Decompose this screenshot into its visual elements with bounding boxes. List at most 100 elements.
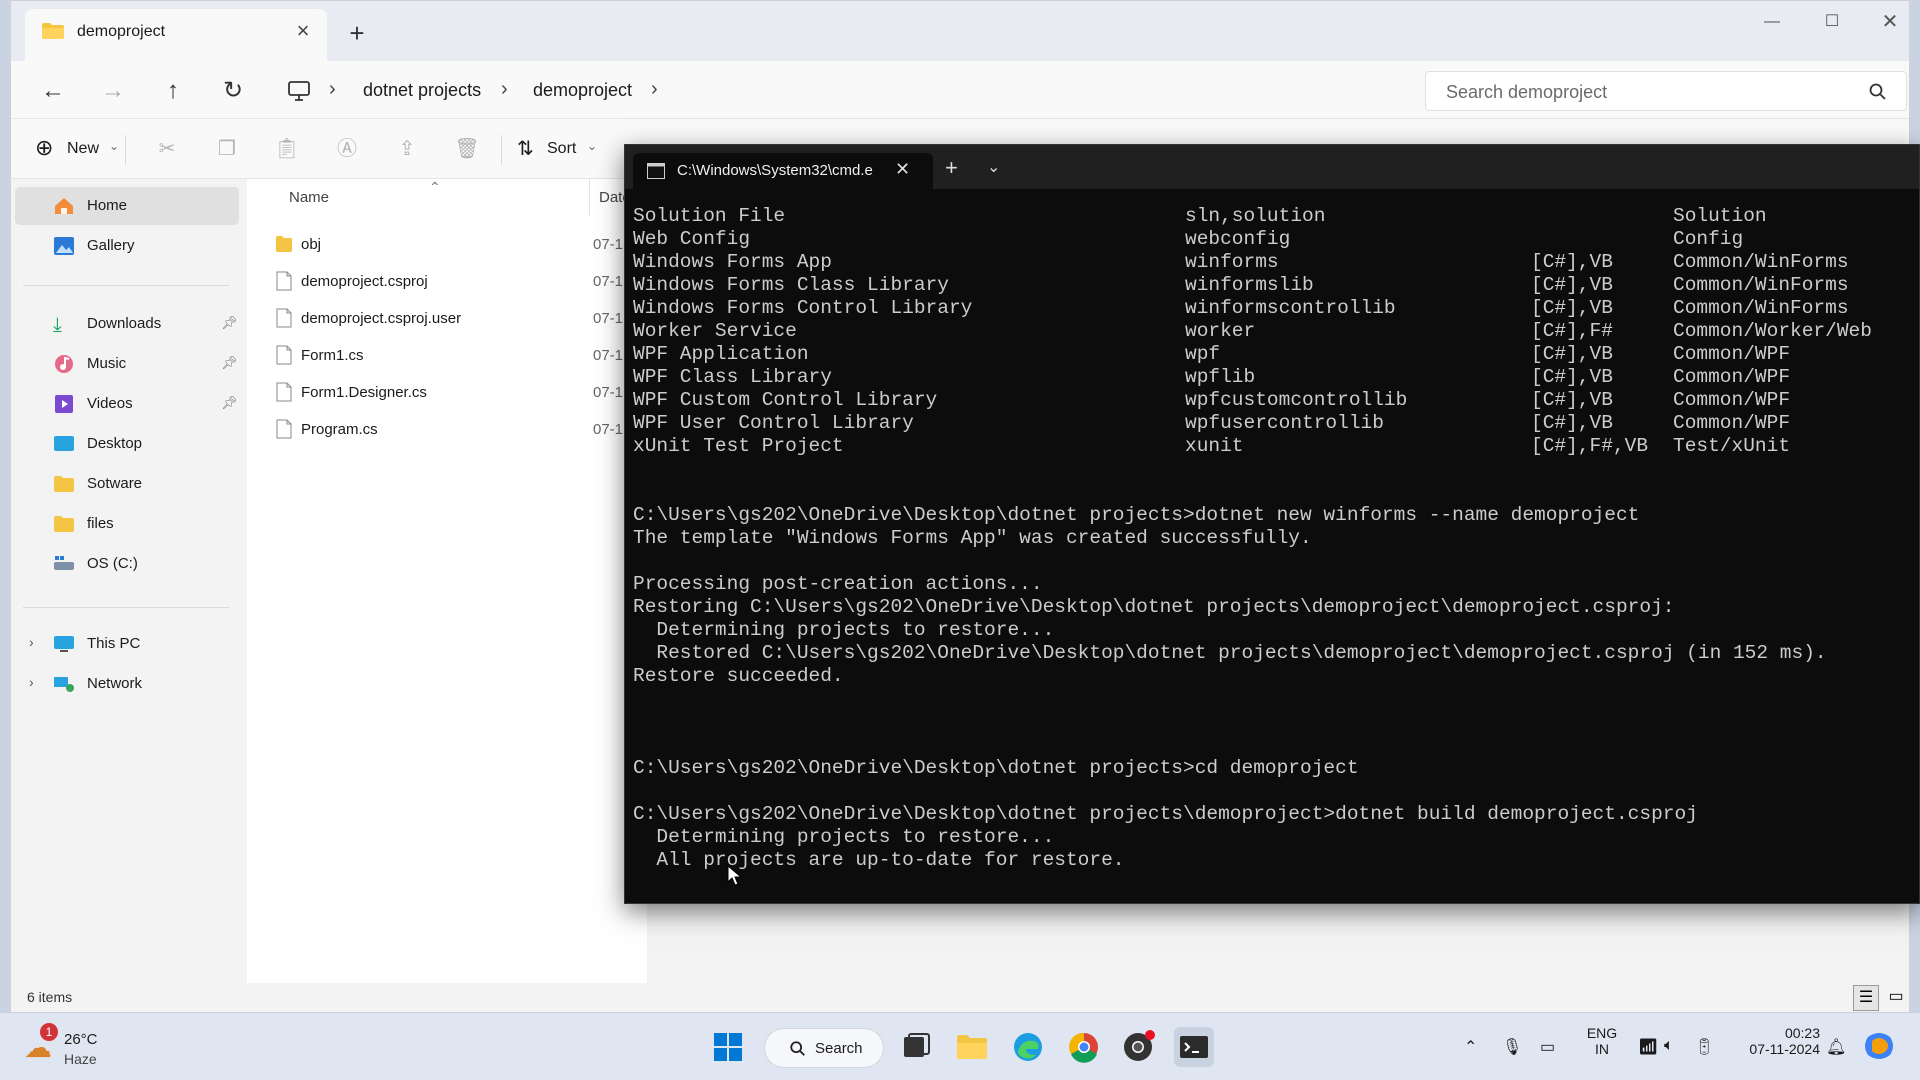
sidebar-item-videos[interactable]: Videos 📌︎ (15, 385, 239, 423)
sidebar-item-sotware[interactable]: Sotware (15, 465, 239, 503)
sidebar-item-os-c[interactable]: OS (C:) (15, 545, 239, 583)
refresh-icon[interactable]: ↻ (213, 71, 253, 111)
column-divider[interactable] (589, 179, 590, 215)
share-icon[interactable]: ⇪ (391, 133, 423, 165)
start-windows-icon[interactable] (708, 1027, 748, 1067)
wifi-icon[interactable]: 📶︎ (1638, 1037, 1658, 1057)
tablet-icon[interactable]: ▭ (1540, 1037, 1555, 1057)
sidebar-item-label: Network (87, 675, 143, 692)
file-explorer-icon[interactable] (952, 1027, 992, 1067)
sidebar-item-label: Downloads (87, 315, 162, 332)
sidebar-item-home[interactable]: Home (15, 187, 239, 225)
sidebar-item-network[interactable]: › Network (15, 665, 239, 703)
clock[interactable]: 00:23 07-11-2024 (1734, 1025, 1820, 1057)
file-date: 07-1 (593, 421, 624, 438)
taskbar-search[interactable]: Search (764, 1028, 884, 1068)
copilot-icon[interactable] (1862, 1029, 1896, 1063)
paste-icon[interactable]: 📋︎ (271, 133, 303, 165)
template-tags: Common/WinForms (1673, 274, 1849, 296)
cut-icon[interactable]: ✂ (151, 133, 183, 165)
sidebar-item-music[interactable]: Music 📌︎ (15, 345, 239, 383)
file-date: 07-1 (593, 273, 624, 290)
task-view-icon[interactable] (896, 1027, 936, 1067)
details-view-icon[interactable]: ☰ (1853, 985, 1879, 1011)
chrome-icon[interactable] (1064, 1027, 1104, 1067)
breadcrumb-demoproject[interactable]: demoproject (533, 80, 632, 101)
output-line: Restored C:\Users\gs202\OneDrive\Desktop… (633, 642, 1827, 664)
file-name: obj (301, 236, 322, 253)
file-row[interactable]: obj 07-1 (247, 225, 647, 262)
close-window-button[interactable]: ✕ (1867, 7, 1913, 37)
template-language: [C#],F#,VB (1531, 435, 1649, 457)
weather-widget[interactable]: ☁︎ 1 26°C Haze (20, 1023, 140, 1073)
new-tab-button[interactable]: + (341, 19, 373, 51)
sidebar-item-label: files (87, 515, 114, 532)
pin-icon[interactable]: 📌︎ (221, 315, 238, 331)
terminal-icon[interactable] (1174, 1027, 1214, 1067)
sidebar-item-desktop[interactable]: Desktop (15, 425, 239, 463)
battery-icon[interactable]: 🔋︎ (1694, 1037, 1714, 1057)
output-line: C:\Users\gs202\OneDrive\Desktop\dotnet p… (633, 504, 1640, 526)
mouse-cursor-icon (727, 865, 743, 886)
explorer-tab[interactable]: demoproject × (25, 9, 327, 61)
microphone-icon[interactable]: 🎙︎ (1502, 1037, 1522, 1057)
sidebar-item-label: Gallery (87, 237, 135, 254)
pin-icon[interactable]: 📌︎ (221, 355, 238, 371)
maximize-button[interactable]: ☐ (1809, 7, 1855, 37)
file-row[interactable]: Program.cs 07-1 (247, 410, 647, 447)
sidebar-item-files[interactable]: files (15, 505, 239, 543)
delete-icon[interactable]: 🗑︎ (451, 133, 483, 165)
template-tags: Common/WPF (1673, 366, 1791, 388)
sidebar-item-label: OS (C:) (87, 555, 138, 572)
rename-icon[interactable]: Ⓐ (331, 133, 363, 165)
template-tags: Common/WPF (1673, 343, 1791, 365)
navigation-pane: Home Gallery ⤓ Downloads 📌︎ Music 📌︎ Vid… (11, 179, 241, 989)
back-arrow-icon[interactable]: ← (33, 71, 73, 111)
breadcrumb-dotnet-projects[interactable]: dotnet projects (363, 80, 481, 101)
new-terminal-tab-button[interactable]: + (945, 155, 958, 181)
file-date: 07-1 (593, 310, 624, 327)
copy-icon[interactable]: ❐ (211, 133, 243, 165)
template-row: WPF Application wpf [C#],VB Common/WPF (633, 343, 1913, 366)
sidebar-item-gallery[interactable]: Gallery (15, 227, 239, 265)
file-icon (276, 345, 292, 365)
template-language: [C#],VB (1531, 343, 1613, 365)
up-arrow-icon[interactable]: ↑ (153, 71, 193, 111)
chevron-right-icon[interactable]: › (29, 634, 34, 650)
output-line: Processing post-creation actions... (633, 573, 1043, 595)
file-row[interactable]: Form1.Designer.cs 07-1 (247, 373, 647, 410)
minimize-button[interactable]: — (1749, 7, 1795, 37)
edge-browser-icon[interactable] (1008, 1027, 1048, 1067)
column-name[interactable]: Name (289, 189, 329, 206)
template-row: Solution File sln,solution Solution (633, 205, 1913, 228)
pin-icon[interactable]: 📌︎ (221, 395, 238, 411)
chevron-right-icon[interactable]: › (29, 674, 34, 690)
chevron-up-icon[interactable]: ⌃ (1464, 1037, 1477, 1057)
template-row: WPF User Control Library wpfusercontrolli… (633, 412, 1913, 435)
terminal-tab[interactable]: C:\Windows\System32\cmd.e ✕ (633, 153, 933, 189)
sort-button-label: Sort (547, 140, 577, 157)
search-box[interactable]: Search demoproject (1425, 71, 1907, 111)
template-language: [C#],F# (1531, 320, 1613, 342)
chrome-profile-icon[interactable] (1118, 1027, 1158, 1067)
file-row[interactable]: demoproject.csproj.user 07-1 (247, 299, 647, 336)
tiles-view-icon[interactable]: ▭ (1883, 985, 1909, 1011)
file-row[interactable]: demoproject.csproj 07-1 (247, 262, 647, 299)
language-indicator[interactable]: ENG IN (1584, 1025, 1620, 1057)
notification-bell-icon[interactable]: 🔔︎ (1826, 1037, 1846, 1057)
close-tab-icon[interactable]: ✕ (895, 159, 910, 180)
chevron-down-icon[interactable]: ⌄ (987, 157, 1000, 177)
sidebar-item-this-pc[interactable]: › This PC (15, 625, 239, 663)
terminal-output[interactable]: Solution File sln,solution Solution Web Con… (633, 205, 1913, 895)
network-icon (54, 677, 74, 692)
gallery-icon (54, 237, 74, 255)
volume-icon[interactable]: 🔈︎ (1664, 1037, 1674, 1055)
template-row: WPF Class Library wpflib [C#],VB Common/WPF (633, 366, 1913, 389)
file-row[interactable]: Form1.cs 07-1 (247, 336, 647, 373)
chevron-right-icon[interactable]: › (651, 78, 658, 101)
template-language: [C#],VB (1531, 274, 1613, 296)
close-tab-icon[interactable]: × (291, 19, 315, 43)
address-bar[interactable]: › dotnet projects › demoproject › (273, 71, 1413, 111)
forward-arrow-icon[interactable]: → (93, 71, 133, 111)
sidebar-item-downloads[interactable]: ⤓ Downloads 📌︎ (15, 305, 239, 343)
